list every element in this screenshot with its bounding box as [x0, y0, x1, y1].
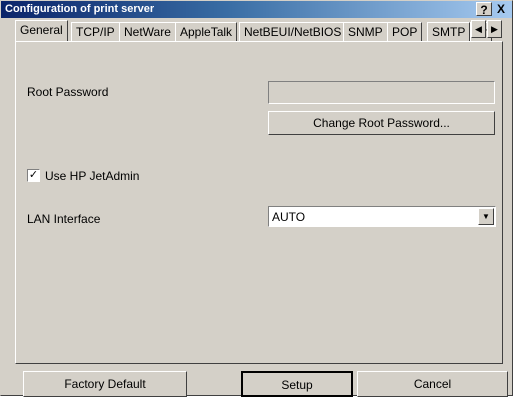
title-bar: Configuration of print server ? X — [1, 1, 512, 18]
tab-scroll-right-icon[interactable]: ▶ — [487, 20, 502, 38]
root-password-label: Root Password — [27, 85, 109, 99]
tab-strip: General TCP/IP NetWare AppleTalk NetBEUI… — [15, 20, 501, 41]
setup-button[interactable]: Setup — [241, 371, 353, 397]
general-tab-panel: Root Password Change Root Password... ✓ … — [15, 41, 503, 364]
change-root-password-button[interactable]: Change Root Password... — [268, 111, 495, 135]
close-button[interactable]: X — [493, 2, 509, 16]
lan-interface-value: AUTO — [272, 210, 306, 224]
lan-interface-label: LAN Interface — [27, 212, 101, 226]
chevron-down-icon[interactable]: ▼ — [478, 208, 494, 225]
tab-smtp[interactable]: SMTP — [427, 22, 471, 41]
print-server-config-window: Configuration of print server ? X Genera… — [0, 0, 513, 397]
tab-scroll-left-icon[interactable]: ◀ — [471, 20, 486, 38]
window-title: Configuration of print server — [5, 3, 155, 15]
factory-default-button[interactable]: Factory Default — [23, 371, 187, 397]
lan-interface-select[interactable]: AUTO ▼ — [268, 206, 496, 227]
tab-pop[interactable]: POP — [387, 22, 423, 41]
use-jetadmin-checkbox[interactable]: ✓ — [27, 169, 40, 182]
tab-netbeui-netbios[interactable]: NetBEUI/NetBIOS — [239, 22, 347, 41]
help-button[interactable]: ? — [476, 2, 492, 17]
tab-general[interactable]: General — [15, 20, 68, 41]
tab-snmp[interactable]: SNMP — [343, 22, 388, 41]
tab-netware[interactable]: NetWare — [119, 22, 176, 41]
cancel-button[interactable]: Cancel — [357, 371, 508, 397]
tab-appletalk[interactable]: AppleTalk — [175, 22, 238, 41]
root-password-field[interactable] — [268, 81, 495, 104]
tab-tcpip[interactable]: TCP/IP — [71, 22, 120, 41]
use-jetadmin-label: Use HP JetAdmin — [45, 169, 140, 183]
